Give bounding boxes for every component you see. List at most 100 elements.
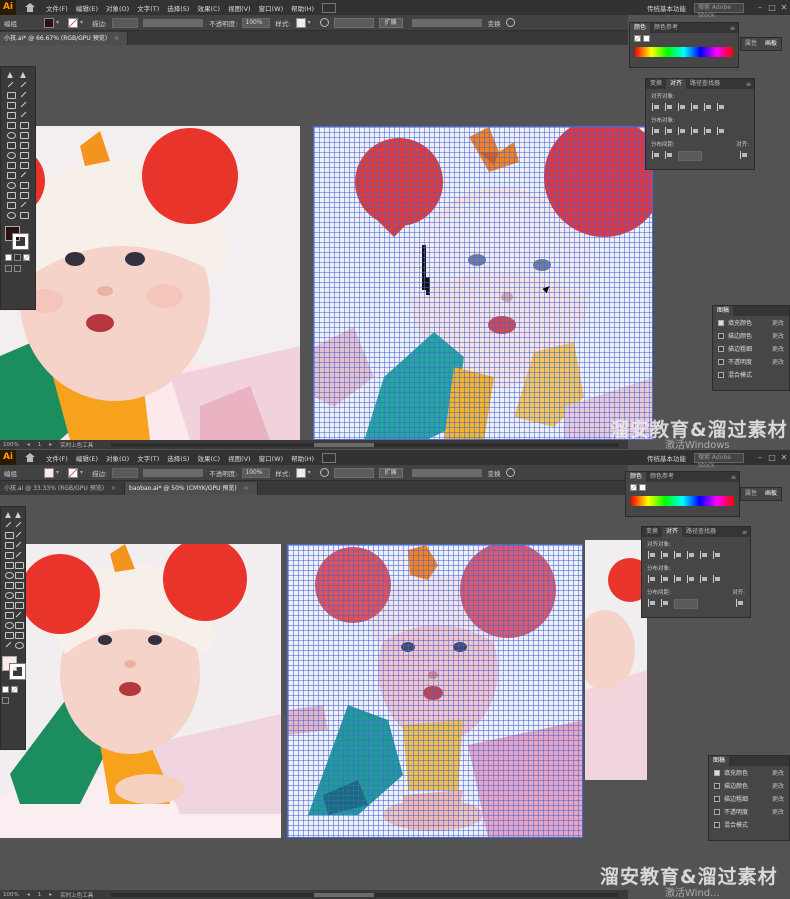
direct-selection-tool-icon[interactable] — [18, 70, 29, 79]
scroll-thumb[interactable] — [313, 892, 374, 897]
arrange-documents-icon[interactable] — [322, 452, 337, 463]
symbol-sprayer-icon[interactable] — [18, 180, 29, 189]
align-hcenter-icon[interactable] — [661, 551, 669, 559]
none-mode-icon[interactable] — [11, 686, 18, 693]
artboard-number[interactable]: 1 — [38, 892, 42, 898]
gradient-tool-icon[interactable] — [5, 170, 16, 179]
align-left-icon[interactable] — [652, 103, 660, 111]
arrange-documents-icon[interactable] — [322, 2, 337, 13]
direct-selection-tool-icon[interactable] — [13, 510, 24, 519]
live-paint-bucket-icon[interactable] — [18, 150, 29, 159]
menu-effect[interactable]: 效果(C) — [193, 453, 224, 463]
live-paint-bucket-icon[interactable] — [13, 590, 24, 599]
artboard-tool-icon[interactable] — [13, 630, 24, 639]
workspace-switcher[interactable]: 传统基本功能 — [647, 453, 686, 463]
stroke-weight-field[interactable] — [112, 467, 139, 478]
distribute-right-icon[interactable] — [713, 575, 721, 583]
pixel-grid-artboard[interactable] — [313, 126, 653, 440]
align-to-selection-icon[interactable] — [736, 599, 744, 607]
distribute-bottom-icon[interactable] — [674, 575, 682, 583]
next-artboard-icon[interactable]: ▸ — [49, 891, 52, 898]
checkbox[interactable] — [714, 769, 720, 776]
tab-align[interactable]: 对齐 — [666, 79, 687, 89]
recolor-icon[interactable] — [319, 18, 329, 27]
transform-link[interactable]: 变换 — [488, 468, 501, 478]
horizontal-scrollbar[interactable] — [111, 442, 618, 447]
gradient-mode-icon[interactable] — [14, 254, 21, 261]
stock-search-input[interactable]: 搜索 Adobe Stock — [694, 2, 744, 19]
align-top-icon[interactable] — [687, 551, 695, 559]
distribute-vcenter-icon[interactable] — [661, 575, 669, 583]
eraser-icon[interactable] — [18, 120, 29, 129]
spacing-value-field[interactable] — [678, 151, 702, 161]
menu-help[interactable]: 帮助(H) — [287, 3, 318, 13]
slice-tool-icon[interactable] — [5, 200, 16, 209]
symbol-sprayer-icon[interactable] — [13, 620, 24, 629]
variable-width-profile[interactable] — [143, 468, 204, 477]
first-artboard-icon[interactable]: ◂ — [27, 891, 30, 898]
rectangle-tool-icon[interactable] — [5, 110, 16, 119]
distribute-hcenter-icon[interactable] — [700, 575, 708, 583]
tab-transform[interactable]: 变换 — [646, 79, 666, 89]
vertical-spacing-icon[interactable] — [648, 599, 656, 607]
color-spectrum[interactable] — [635, 47, 733, 57]
edit-toolbar-icon[interactable] — [18, 210, 29, 219]
panel-menu-icon[interactable]: ≡ — [746, 81, 751, 88]
none-mode-icon[interactable] — [23, 254, 30, 261]
minimize-icon[interactable]: – — [754, 453, 766, 462]
menu-view[interactable]: 视图(V) — [224, 3, 255, 13]
align-right-icon[interactable] — [674, 551, 682, 559]
distribute-top-icon[interactable] — [652, 127, 660, 135]
menu-file[interactable]: 文件(F) — [42, 453, 72, 463]
stroke-weight-option[interactable]: 描边粗细 更改 — [713, 342, 789, 355]
shaper-tool-icon[interactable] — [5, 120, 16, 129]
checkbox[interactable] — [714, 795, 720, 802]
fill-stroke-widget[interactable] — [5, 226, 35, 250]
column-graph-icon[interactable] — [5, 190, 16, 199]
tab-properties[interactable]: 属性 — [741, 39, 761, 49]
workspace-switcher[interactable]: 传统基本功能 — [647, 3, 686, 13]
menu-view[interactable]: 视图(V) — [224, 453, 255, 463]
artboard-tool-icon[interactable] — [18, 190, 29, 199]
tab-artboards[interactable]: 画板 — [761, 489, 781, 499]
tab-align[interactable]: 对齐 — [662, 527, 683, 537]
zoom-level[interactable]: 100% — [3, 892, 19, 898]
maximize-icon[interactable]: □ — [766, 3, 778, 12]
zoom-tool-icon[interactable] — [5, 210, 16, 219]
menu-help[interactable]: 帮助(H) — [287, 453, 318, 463]
menu-select[interactable]: 选择(S) — [163, 3, 193, 13]
fill-color-option[interactable]: 填充颜色 更改 — [709, 766, 789, 779]
rotate-tool-icon[interactable] — [5, 130, 16, 139]
menu-type[interactable]: 文字(T) — [133, 3, 163, 13]
opacity-option[interactable]: 不透明度 更改 — [709, 805, 789, 818]
align-right-icon[interactable] — [678, 103, 686, 111]
variable-width-profile[interactable] — [143, 18, 204, 27]
pixel-grid-artboard[interactable] — [287, 544, 583, 838]
fill-stroke-widget[interactable] — [2, 656, 32, 680]
next-artboard-icon[interactable]: ▸ — [49, 441, 52, 448]
menu-edit[interactable]: 编辑(E) — [72, 3, 102, 13]
tab-color-guide[interactable]: 颜色参考 — [650, 23, 682, 33]
vertical-spacing-icon[interactable] — [652, 151, 660, 159]
horizontal-spacing-icon[interactable] — [665, 151, 673, 159]
selection-tool-icon[interactable] — [5, 70, 16, 79]
curvature-tool-icon[interactable] — [18, 90, 29, 99]
stroke-swatch[interactable] — [68, 467, 78, 478]
first-artboard-icon[interactable]: ◂ — [27, 441, 30, 448]
checkbox[interactable] — [714, 821, 720, 828]
menu-file[interactable]: 文件(F) — [42, 3, 72, 13]
magic-wand-icon[interactable] — [5, 80, 16, 89]
horizontal-spacing-icon[interactable] — [661, 599, 669, 607]
expand-button[interactable]: 扩展 — [378, 17, 403, 28]
scale-tool-icon[interactable] — [18, 130, 29, 139]
chevron-down-icon[interactable]: ▾ — [80, 19, 88, 26]
chevron-down-icon[interactable]: ▾ — [308, 469, 316, 476]
tab-color[interactable]: 颜色 — [626, 472, 647, 482]
checkbox[interactable] — [718, 345, 724, 352]
eyedropper-icon[interactable] — [13, 610, 24, 619]
checkbox[interactable] — [718, 332, 724, 339]
maximize-icon[interactable]: □ — [766, 453, 778, 462]
lasso-icon[interactable] — [13, 520, 24, 529]
mesh-tool-icon[interactable] — [13, 600, 24, 609]
curvature-tool-icon[interactable] — [13, 530, 24, 539]
